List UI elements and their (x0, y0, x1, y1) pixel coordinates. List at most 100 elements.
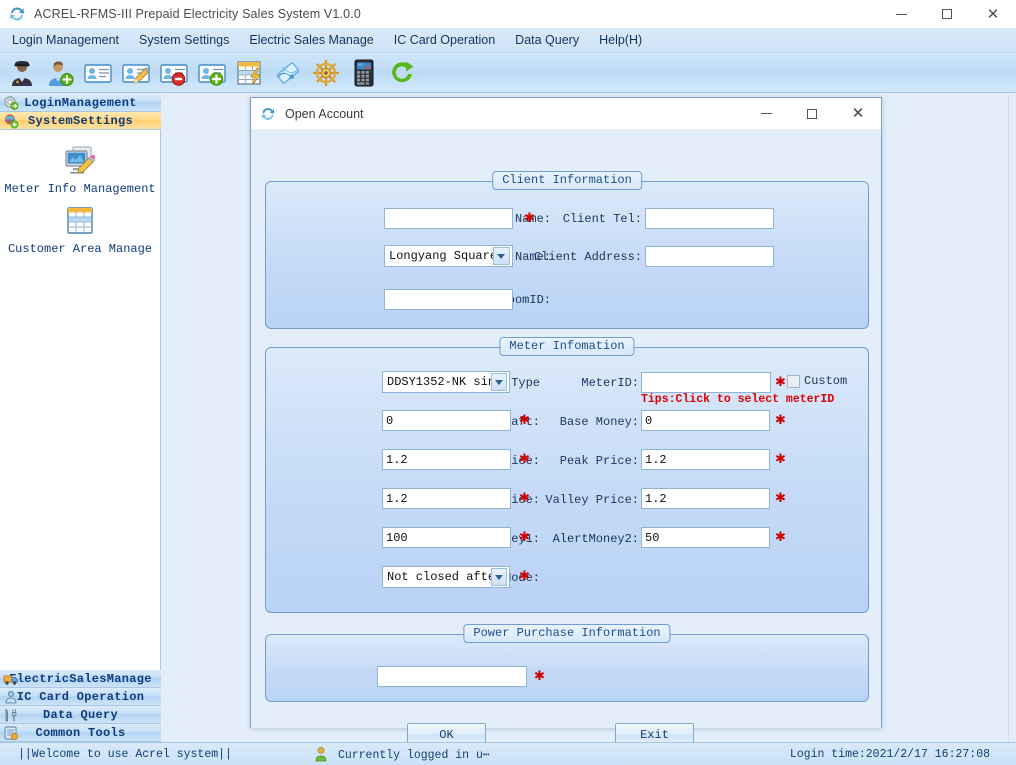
alert-money2-required-star: ✱ (775, 530, 786, 543)
sidebar-section-label: Common Tools (0, 726, 161, 740)
custom-checkbox-label: Custom (804, 374, 847, 388)
system-settings-icon (3, 113, 19, 129)
purchase-money-input[interactable] (377, 666, 527, 687)
valley-price-label: Valley Price: (526, 493, 639, 507)
peak-price-input[interactable] (641, 449, 770, 470)
window-titlebar: ACREL-RFMS-III Prepaid Electricity Sales… (0, 0, 1016, 28)
sidebar-section-system-settings[interactable]: SystemSettings (0, 112, 161, 130)
sidebar-section-label: Data Query (0, 708, 161, 722)
electricity-table-icon[interactable] (233, 56, 267, 90)
client-tel-input[interactable] (645, 208, 774, 229)
user-status-icon (314, 746, 328, 762)
power-purchase-information-group: Power Purchase Information Purchase Mone… (265, 634, 869, 702)
sidebar-section-electric-sales-manage[interactable]: ElectricSalesManage (0, 670, 161, 688)
tip-price-input[interactable] (382, 449, 511, 470)
statusbar-login-time: Login time:2021/2/17 16:27:08 (790, 748, 990, 761)
room-id-input[interactable] (384, 289, 513, 310)
client-name-input[interactable] (384, 208, 513, 229)
flat-price-input[interactable] (382, 488, 511, 509)
dialog-close-button[interactable]: ✕ (835, 98, 881, 130)
application-window: ACREL-RFMS-III Prepaid Electricity Sales… (0, 0, 1016, 765)
menu-ic-card-operation[interactable]: IC Card Operation (384, 28, 505, 53)
meter-type-combobox[interactable]: DDSY1352-NK sing (382, 371, 510, 393)
sidebar-section-common-tools[interactable]: Common Tools (0, 724, 161, 742)
chevron-down-icon[interactable] (491, 568, 507, 586)
alert-money2-input[interactable] (641, 527, 770, 548)
base-money-input[interactable] (641, 410, 770, 431)
meter-id-required-star: ✱ (775, 375, 786, 388)
statusbar: ||Welcome to use Acrel system|| Currentl… (0, 742, 1016, 765)
overdraft-input[interactable] (382, 410, 511, 431)
sidebar-section-ic-card-operation[interactable]: IC Card Operation (0, 688, 161, 706)
chevron-down-icon[interactable] (491, 373, 507, 391)
sidebar-bottom-sections: ElectricSalesManage IC Card Operation (0, 670, 161, 742)
login-gear-icon (3, 95, 19, 111)
meter-id-input[interactable] (641, 372, 771, 393)
valley-price-input[interactable] (641, 488, 770, 509)
client-name-required-star: ✱ (524, 211, 535, 224)
calculator-icon[interactable] (347, 56, 381, 90)
sidebar-item-label: Customer Area Manage (8, 242, 152, 256)
edit-client-card-icon[interactable] (119, 56, 153, 90)
menu-electric-sales-manage[interactable]: Electric Sales Manage (239, 28, 383, 53)
dialog-window-controls: ✕ (743, 98, 881, 130)
statusbar-logged-in-text: Currently logged in u⋯ (338, 747, 490, 762)
peak-price-label: Peak Price: (526, 454, 639, 468)
window-controls: ✕ (878, 0, 1016, 28)
base-money-required-star: ✱ (775, 413, 786, 426)
sidebar: LoginManagement SystemSettings (0, 94, 161, 742)
meter-info-icon (60, 142, 100, 180)
menu-data-query[interactable]: Data Query (505, 28, 589, 53)
base-money-label: Base Money: (526, 415, 639, 429)
meter-id-label: MeterID: (526, 376, 639, 390)
menu-system-settings[interactable]: System Settings (129, 28, 239, 53)
window-title: ACREL-RFMS-III Prepaid Electricity Sales… (34, 7, 361, 21)
trip-mode-required-star: ✱ (519, 569, 530, 582)
dialog-titlebar: Open Account ✕ (251, 98, 881, 130)
sidebar-section-data-query[interactable]: Data Query (0, 706, 161, 724)
add-client-card-icon[interactable] (195, 56, 229, 90)
open-account-dialog: Open Account ✕ Client Information Client… (250, 97, 882, 728)
sidebar-item-meter-info-management[interactable]: Meter Info Management (0, 140, 160, 198)
delete-client-card-icon[interactable] (157, 56, 191, 90)
window-maximize-button[interactable] (924, 0, 970, 28)
window-minimize-button[interactable] (878, 0, 924, 28)
client-address-input[interactable] (645, 246, 774, 267)
toolbar (0, 53, 1016, 93)
exchange-arrows-icon[interactable] (271, 56, 305, 90)
custom-meterid-checkbox[interactable]: Custom (787, 374, 847, 388)
menu-help[interactable]: Help(H) (589, 28, 652, 53)
dialog-maximize-button[interactable] (789, 98, 835, 130)
add-user-icon[interactable] (43, 56, 77, 90)
menubar: Login Management System Settings Electri… (0, 28, 1016, 53)
sidebar-panel-system-settings: Meter Info Management Customer Area Mana… (0, 130, 160, 650)
alert-money1-input[interactable] (382, 527, 511, 548)
menu-login-management[interactable]: Login Management (2, 28, 129, 53)
police-officer-icon[interactable] (5, 56, 39, 90)
truck-icon (3, 671, 19, 687)
trip-mode-combobox[interactable]: Not closed after (382, 566, 510, 588)
chevron-down-icon[interactable] (493, 247, 510, 265)
ship-wheel-icon[interactable] (309, 56, 343, 90)
sidebar-section-label: ElectricSalesManage (0, 672, 161, 686)
window-close-button[interactable]: ✕ (970, 0, 1016, 28)
meter-information-group: Meter Infomation Meter Type DDSY1352-NK … (265, 347, 869, 613)
alert-money2-label: AlertMoney2: (526, 532, 639, 546)
refresh-arrow-icon[interactable] (385, 56, 419, 90)
sidebar-section-label: IC Card Operation (0, 690, 161, 704)
area-name-combobox[interactable]: Longyang Square (384, 245, 513, 267)
tools-icon (3, 707, 19, 723)
area-name-value: Longyang Square (385, 249, 493, 263)
client-tel-label: Client Tel: (544, 212, 642, 226)
customer-area-icon (60, 202, 100, 240)
meter-type-value: DDSY1352-NK sing (383, 375, 491, 389)
sidebar-section-login-management[interactable]: LoginManagement (0, 94, 161, 112)
sidebar-item-customer-area-manage[interactable]: Customer Area Manage (0, 200, 160, 258)
common-tools-icon (3, 725, 19, 741)
trip-mode-value: Not closed after (383, 570, 491, 584)
client-card-icon[interactable] (81, 56, 115, 90)
dialog-body: Client Information Client Name: ✱ Client… (251, 130, 881, 728)
dialog-minimize-button[interactable] (743, 98, 789, 130)
checkbox-box[interactable] (787, 375, 800, 388)
refresh-sync-icon (7, 4, 27, 24)
